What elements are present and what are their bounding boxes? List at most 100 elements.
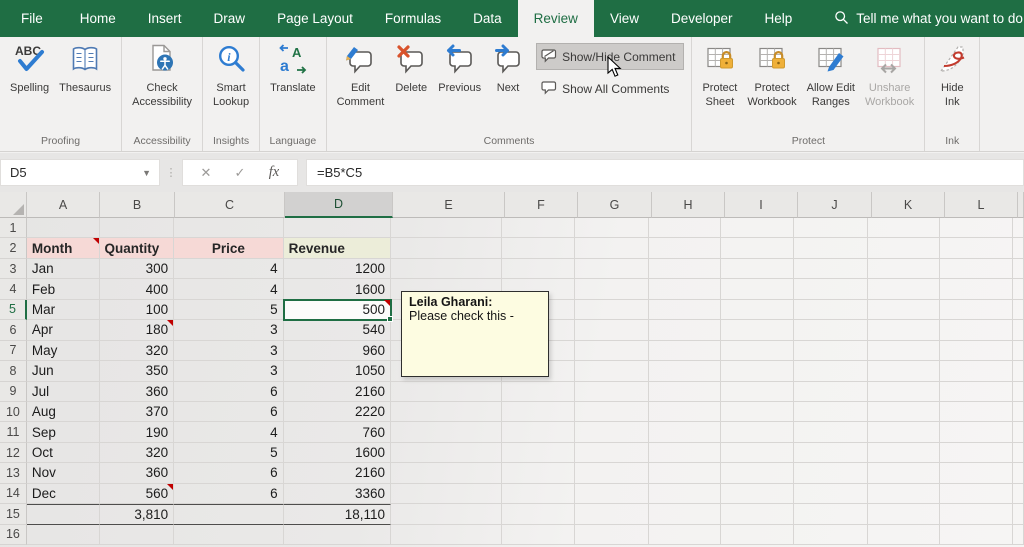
delete-comment-button[interactable]: Delete	[389, 40, 433, 98]
cell-B9[interactable]: 360	[99, 381, 175, 402]
column-header-I[interactable]: I	[725, 192, 798, 218]
smart-lookup-button[interactable]: i Smart Lookup	[208, 40, 254, 111]
cell-B13[interactable]: 360	[99, 463, 175, 484]
tab-data[interactable]: Data	[457, 0, 518, 37]
cell-I2[interactable]	[721, 238, 795, 259]
cell-L10[interactable]	[940, 401, 1014, 423]
cell-K16[interactable]	[867, 524, 941, 545]
tab-home[interactable]: Home	[64, 0, 132, 37]
cell-I10[interactable]	[721, 401, 795, 423]
cell-G8[interactable]	[575, 361, 649, 382]
cell-A9[interactable]: Jul	[26, 381, 100, 402]
cell-partial[interactable]	[1013, 238, 1024, 259]
cell-J8[interactable]	[794, 361, 868, 382]
cell-I14[interactable]	[721, 483, 795, 505]
cell-B14[interactable]: 560	[99, 483, 175, 505]
tab-formulas[interactable]: Formulas	[369, 0, 457, 37]
cell-I9[interactable]	[721, 381, 795, 402]
cell-L4[interactable]	[940, 279, 1014, 300]
protect-workbook-button[interactable]: Protect Workbook	[742, 40, 801, 111]
cell-F2[interactable]	[502, 238, 576, 259]
cancel-icon[interactable]: ✕	[189, 165, 223, 181]
cell-E15[interactable]	[391, 504, 503, 525]
cell-I8[interactable]	[721, 361, 795, 382]
enter-icon[interactable]: ✓	[223, 165, 257, 181]
cell-A4[interactable]: Feb	[26, 279, 100, 300]
cell-I12[interactable]	[721, 442, 795, 464]
cell-partial[interactable]	[1013, 340, 1024, 362]
cell-J4[interactable]	[794, 279, 868, 300]
cell-I3[interactable]	[721, 258, 795, 280]
previous-comment-button[interactable]: Previous	[433, 40, 486, 98]
cell-H8[interactable]	[648, 361, 722, 382]
cell-H3[interactable]	[648, 258, 722, 280]
cell-H15[interactable]	[648, 504, 722, 525]
cell-G12[interactable]	[575, 442, 649, 464]
cell-L15[interactable]	[940, 504, 1014, 525]
cell-partial[interactable]	[1013, 361, 1024, 382]
select-all-corner[interactable]	[0, 192, 27, 218]
cell-D10[interactable]: 2220	[283, 401, 392, 423]
row-header-13[interactable]: 13	[0, 463, 27, 484]
cell-L7[interactable]	[940, 340, 1014, 362]
row-header-9[interactable]: 9	[0, 381, 27, 402]
cell-L2[interactable]	[940, 238, 1014, 259]
cell-K13[interactable]	[867, 463, 941, 484]
cell-partial[interactable]	[1013, 320, 1024, 341]
cell-G4[interactable]	[575, 279, 649, 300]
cell-C11[interactable]: 4	[174, 422, 284, 443]
cell-E9[interactable]	[391, 381, 503, 402]
row-header-1[interactable]: 1	[0, 218, 27, 239]
column-header-partial[interactable]	[1018, 192, 1024, 218]
cell-A6[interactable]: Apr	[26, 320, 100, 341]
column-header-G[interactable]: G	[578, 192, 652, 218]
cell-G14[interactable]	[575, 483, 649, 505]
column-header-L[interactable]: L	[945, 192, 1018, 218]
cell-C14[interactable]: 6	[174, 483, 284, 505]
cell-A5[interactable]: Mar	[26, 299, 100, 321]
tab-view[interactable]: View	[594, 0, 655, 37]
cell-L5[interactable]	[940, 299, 1014, 321]
cell-B15[interactable]: 3,810	[99, 504, 175, 525]
cell-L12[interactable]	[940, 442, 1014, 464]
cell-C3[interactable]: 4	[174, 258, 284, 280]
cell-J10[interactable]	[794, 401, 868, 423]
cell-J16[interactable]	[794, 524, 868, 545]
cell-C10[interactable]: 6	[174, 401, 284, 423]
cell-D15[interactable]: 18,110	[283, 504, 392, 525]
column-header-C[interactable]: C	[175, 192, 285, 218]
cell-G5[interactable]	[575, 299, 649, 321]
cell-D16[interactable]	[283, 524, 392, 545]
cell-C16[interactable]	[174, 524, 284, 545]
cell-H4[interactable]	[648, 279, 722, 300]
cell-F15[interactable]	[502, 504, 576, 525]
cell-D14[interactable]: 3360	[283, 483, 392, 505]
cell-I1[interactable]	[721, 218, 795, 239]
cell-C8[interactable]: 3	[174, 361, 284, 382]
tab-insert[interactable]: Insert	[132, 0, 198, 37]
cell-J9[interactable]	[794, 381, 868, 402]
cell-L14[interactable]	[940, 483, 1014, 505]
cell-H12[interactable]	[648, 442, 722, 464]
column-header-F[interactable]: F	[505, 192, 578, 218]
cell-B4[interactable]: 400	[99, 279, 175, 300]
cell-A1[interactable]	[26, 218, 100, 239]
cell-partial[interactable]	[1013, 401, 1024, 423]
row-header-7[interactable]: 7	[0, 340, 27, 362]
cell-F13[interactable]	[502, 463, 576, 484]
cell-I7[interactable]	[721, 340, 795, 362]
cell-G16[interactable]	[575, 524, 649, 545]
cell-B2[interactable]: Quantity	[99, 238, 175, 259]
cell-A15[interactable]	[26, 504, 100, 525]
tab-file[interactable]: File	[0, 0, 64, 37]
cell-D6[interactable]: 540	[283, 320, 392, 341]
cell-F3[interactable]	[502, 258, 576, 280]
cell-J1[interactable]	[794, 218, 868, 239]
show-all-comments-button[interactable]: Show All Comments	[536, 75, 684, 102]
fill-handle[interactable]	[387, 316, 394, 323]
cell-L3[interactable]	[940, 258, 1014, 280]
cell-F12[interactable]	[502, 442, 576, 464]
row-header-6[interactable]: 6	[0, 320, 27, 341]
thesaurus-button[interactable]: Thesaurus	[54, 40, 116, 98]
cell-C4[interactable]: 4	[174, 279, 284, 300]
